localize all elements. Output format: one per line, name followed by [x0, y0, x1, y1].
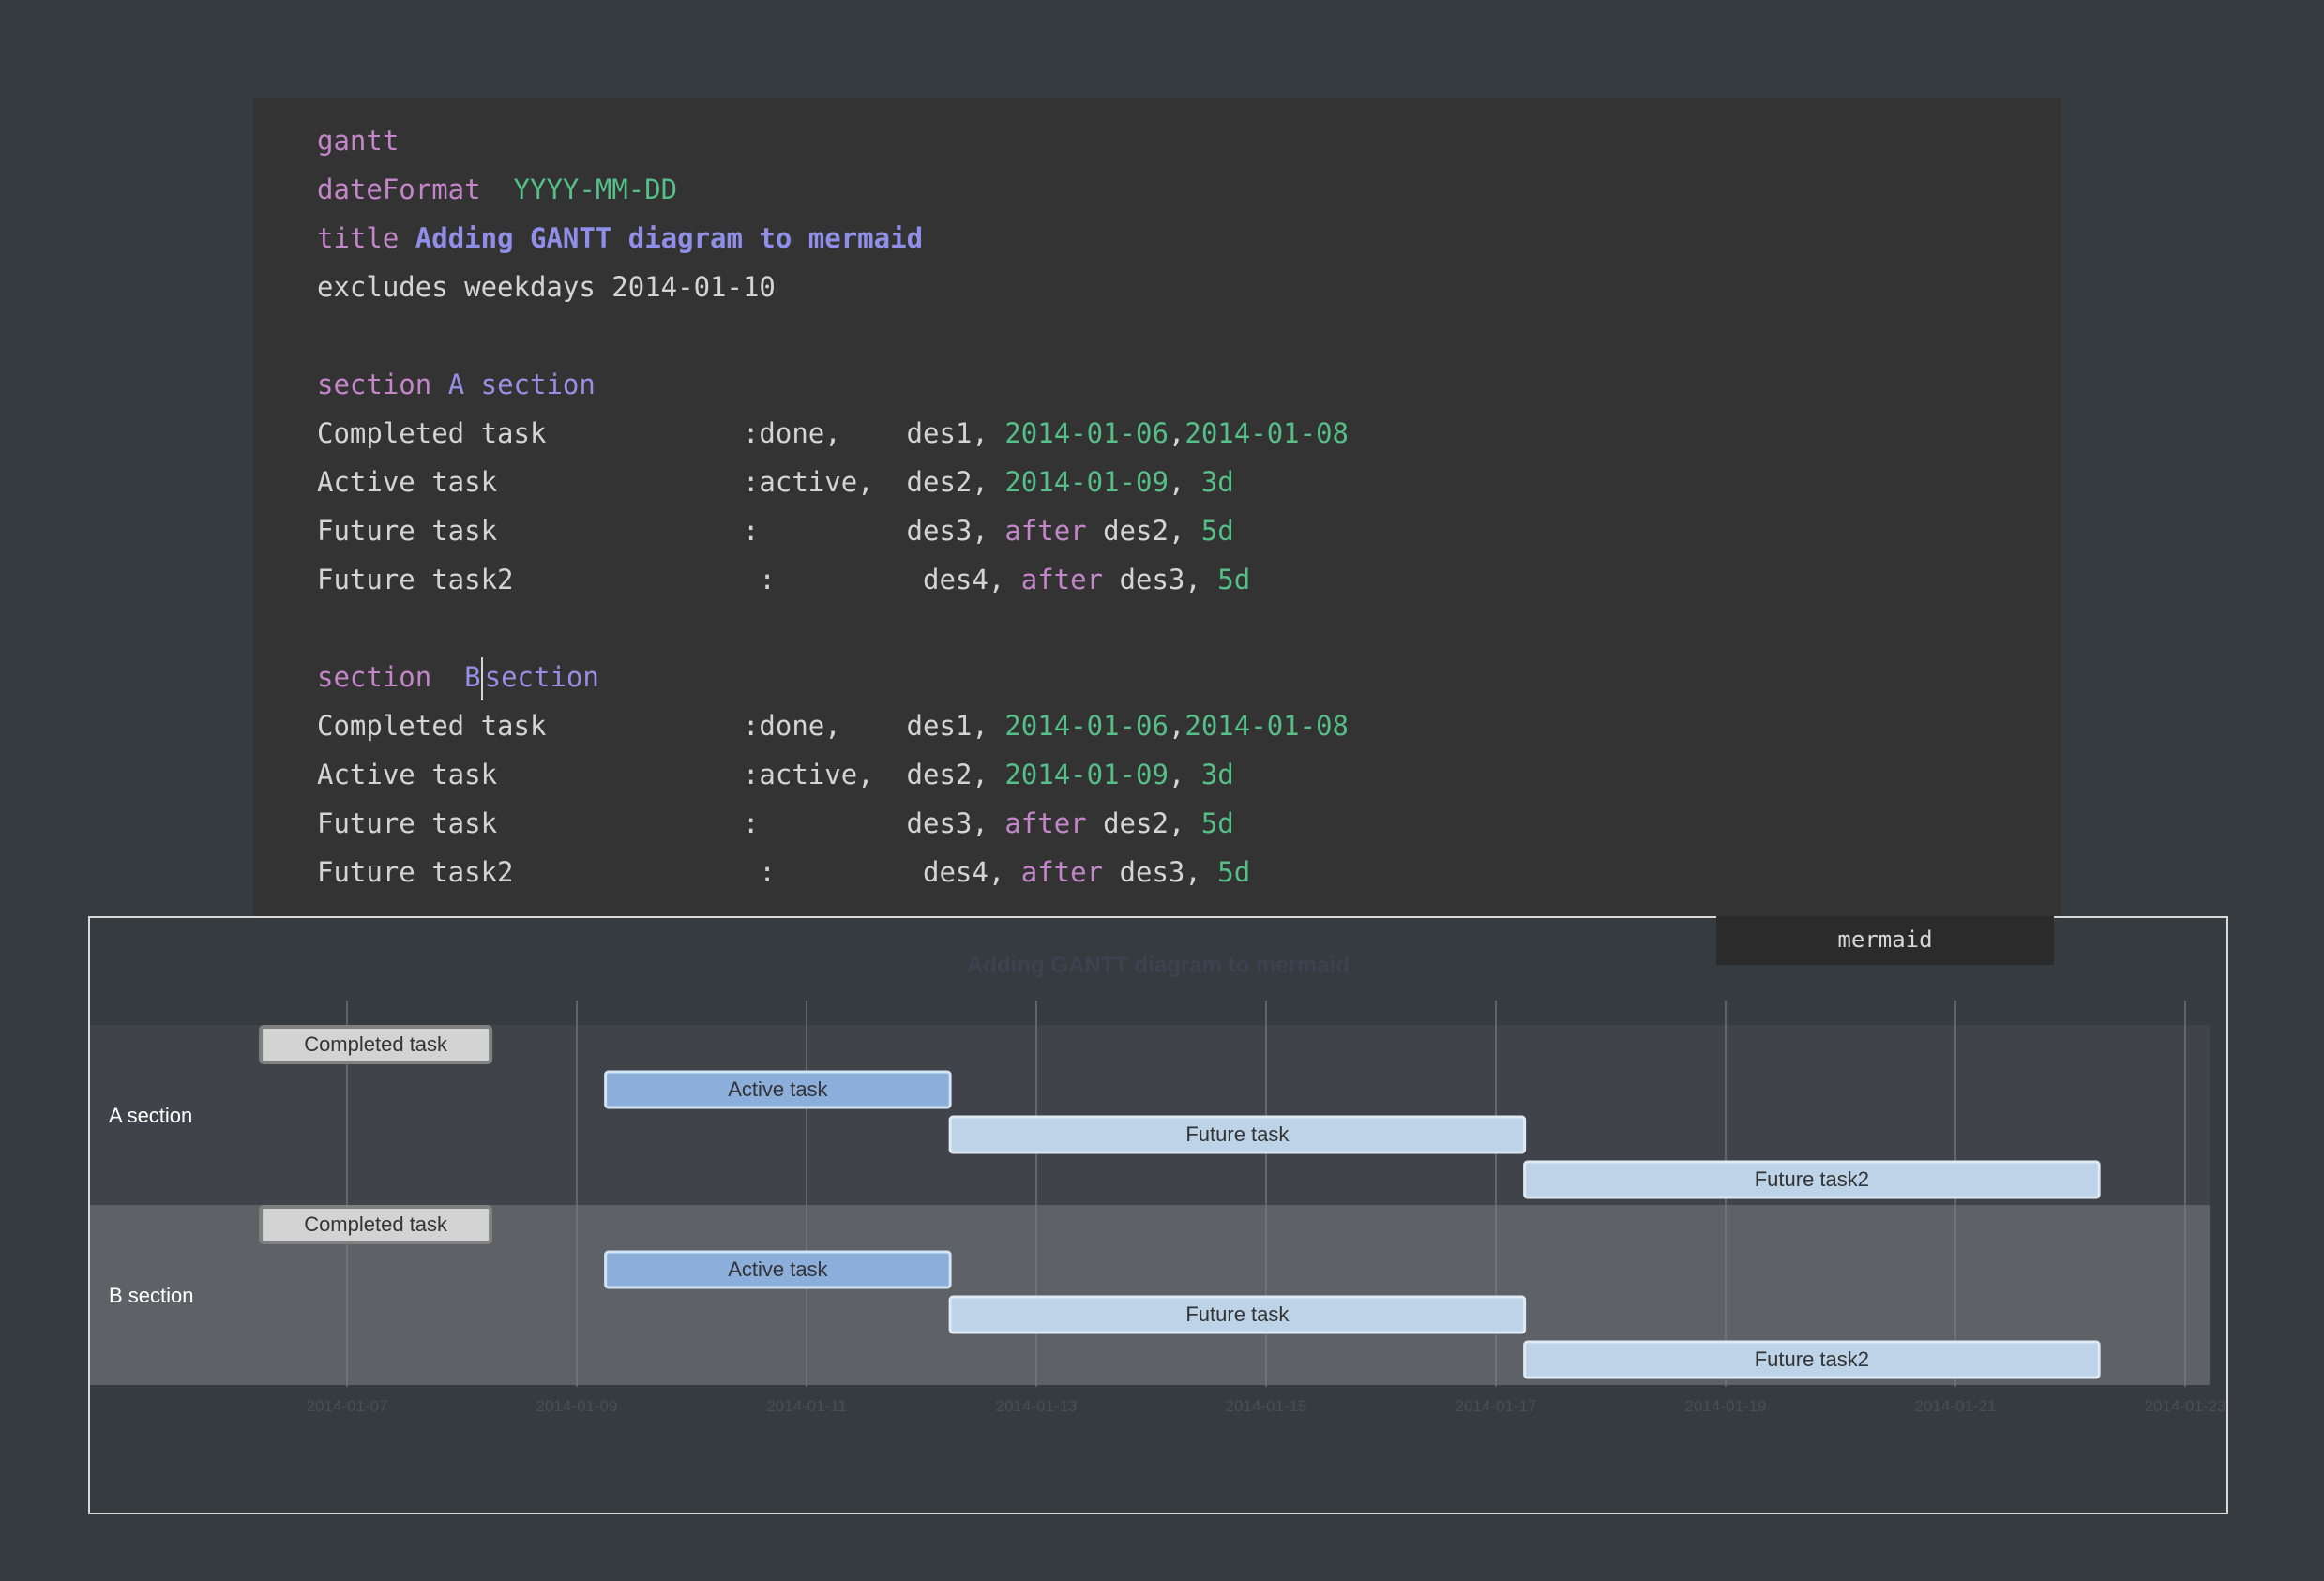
- axis-tick-label: 2014-01-15: [1226, 1397, 1307, 1415]
- code-token: 3d: [1200, 759, 1234, 790]
- section-label: B section: [109, 1284, 194, 1307]
- code-line[interactable]: Future task : des3, after des2, 5d: [317, 506, 1234, 555]
- axis-tick-label: 2014-01-17: [1456, 1397, 1537, 1415]
- task-label: Active task: [728, 1077, 828, 1101]
- task-label: Future task: [1185, 1302, 1290, 1326]
- gantt-diagram: Adding GANTT diagram to mermaid 2014-01-0…: [88, 916, 2228, 1514]
- code-token: 5d: [1200, 515, 1234, 547]
- code-token: after: [1004, 515, 1087, 547]
- code-token: des2,: [1086, 515, 1201, 547]
- code-token: after: [1004, 807, 1087, 839]
- code-token: 2014-01-09: [1004, 466, 1169, 498]
- code-token: A section: [447, 369, 596, 400]
- task-label: Future task: [1185, 1122, 1290, 1146]
- code-token: 2014-01-08: [1185, 710, 1349, 742]
- code-token: 2014-01-09: [1004, 759, 1169, 790]
- task-label: Completed task: [304, 1212, 448, 1236]
- code-token: des2,: [1086, 807, 1201, 839]
- code-line[interactable]: gantt: [317, 116, 399, 165]
- code-token: 3d: [1200, 466, 1234, 498]
- code-line[interactable]: Active task :active, des2, 2014-01-09, 3…: [317, 458, 1234, 506]
- axis-tick-label: 2014-01-09: [536, 1397, 618, 1415]
- code-line[interactable]: Future task : des3, after des2, 5d: [317, 799, 1234, 848]
- code-token: B: [464, 661, 481, 693]
- code-token: Completed task :done, des1,: [317, 710, 1005, 742]
- code-block[interactable]: gantt dateFormat YYYY-MM-DD title Adding G…: [253, 98, 2061, 923]
- code-token: section: [484, 661, 599, 693]
- axis-tick-label: 2014-01-13: [996, 1397, 1078, 1415]
- code-token: dateFormat: [317, 173, 481, 205]
- code-token: 5d: [1200, 807, 1234, 839]
- task-label: Future task2: [1755, 1167, 1869, 1191]
- code-token: Future task : des3,: [317, 515, 1005, 547]
- code-token: Future task : des3,: [317, 807, 1005, 839]
- gantt-chart: Adding GANTT diagram to mermaid 2014-01-0…: [90, 953, 2226, 1415]
- code-line[interactable]: title Adding GANTT diagram to mermaid: [317, 214, 923, 263]
- code-line[interactable]: Active task :active, des2, 2014-01-09, 3…: [317, 750, 1234, 799]
- code-line[interactable]: dateFormat YYYY-MM-DD: [317, 165, 677, 214]
- code-line[interactable]: Completed task :done, des1, 2014-01-06,2…: [317, 409, 1349, 458]
- code-token: section: [317, 369, 432, 400]
- axis-tick-label: 2014-01-11: [766, 1397, 847, 1415]
- code-token: Active task :active, des2,: [317, 759, 1005, 790]
- code-token: Active task :active, des2,: [317, 466, 1005, 498]
- code-token: des3,: [1103, 564, 1218, 595]
- code-token: ,: [1168, 417, 1185, 449]
- code-token: ,: [1168, 466, 1201, 498]
- axis-tick-label: 2014-01-23: [2145, 1397, 2226, 1415]
- code-token: 5d: [1217, 564, 1251, 595]
- code-token: after: [1020, 856, 1104, 888]
- axis-tick-label: 2014-01-21: [1915, 1397, 1997, 1415]
- task-label: Active task: [728, 1257, 828, 1281]
- code-token: section: [317, 661, 432, 693]
- section-label: A section: [109, 1104, 192, 1127]
- text-cursor: [480, 657, 483, 700]
- code-line[interactable]: Future task2 : des4, after des3, 5d: [317, 555, 1250, 604]
- code-token: Future task2 : des4,: [317, 564, 1021, 595]
- code-line[interactable]: Completed task :done, des1, 2014-01-06,2…: [317, 701, 1349, 750]
- code-token: Future task2 : des4,: [317, 856, 1021, 888]
- axis-tick-label: 2014-01-07: [307, 1397, 388, 1415]
- code-line[interactable]: Future task2 : des4, after des3, 5d: [317, 848, 1250, 896]
- language-tag: mermaid: [1716, 916, 2054, 965]
- code-token: 2014-01-06: [1004, 710, 1169, 742]
- diagram-title: Adding GANTT diagram to mermaid: [967, 953, 1350, 978]
- code-line[interactable]: section A section: [317, 360, 596, 409]
- code-token: Adding GANTT diagram to mermaid: [415, 222, 924, 254]
- code-token: YYYY-MM-DD: [513, 173, 678, 205]
- code-token: ,: [1168, 710, 1185, 742]
- axis-tick-label: 2014-01-19: [1685, 1397, 1767, 1415]
- code-token: des3,: [1103, 856, 1218, 888]
- task-label: Completed task: [304, 1032, 448, 1056]
- code-token: 2014-01-08: [1185, 417, 1349, 449]
- code-token: ,: [1168, 759, 1201, 790]
- code-token: title: [317, 222, 400, 254]
- code-token: gantt: [317, 125, 400, 157]
- code-token: 5d: [1217, 856, 1251, 888]
- task-label: Future task2: [1755, 1348, 1869, 1371]
- code-token: excludes weekdays 2014-01-10: [317, 271, 776, 303]
- code-line[interactable]: excludes weekdays 2014-01-10: [317, 263, 776, 311]
- code-token: Completed task :done, des1,: [317, 417, 1005, 449]
- code-line[interactable]: section Bsection: [317, 653, 599, 701]
- code-token: after: [1020, 564, 1104, 595]
- code-token: 2014-01-06: [1004, 417, 1169, 449]
